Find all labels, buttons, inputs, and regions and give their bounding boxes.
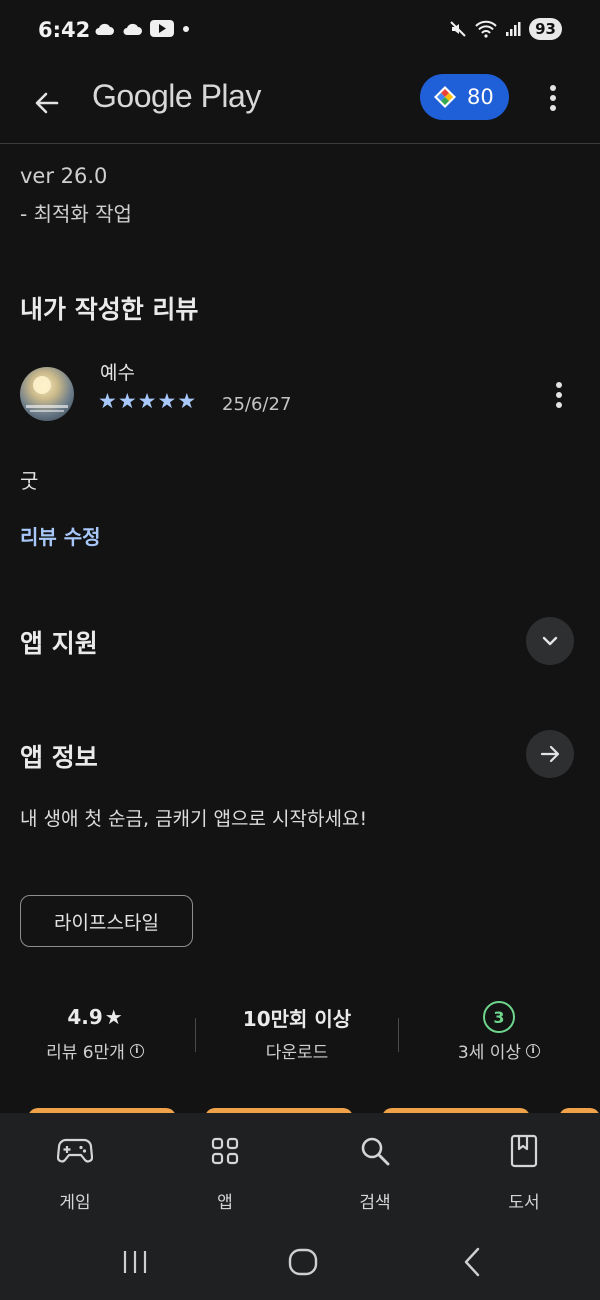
rating-stat[interactable]: 4.9 ★ 리뷰 6만개 i (5, 1000, 185, 1063)
star-icon: ★ (137, 389, 157, 413)
review-date: 25/6/27 (222, 394, 292, 415)
wifi-icon (475, 20, 497, 38)
edit-review-link[interactable]: 리뷰 수정 (20, 521, 101, 550)
app-info-title: 앱 정보 (20, 743, 98, 772)
battery-icon: 93 (529, 18, 562, 40)
nav-games[interactable]: 게임 (25, 1131, 125, 1213)
version-note: - 최적화 작업 (20, 202, 132, 226)
system-status-icons: 93 (449, 18, 562, 40)
nav-apps[interactable]: 앱 (175, 1131, 275, 1213)
apps-grid-icon (211, 1137, 239, 1165)
back-nav-button[interactable] (447, 1242, 497, 1282)
app-description: 내 생애 첫 순금, 금캐기 앱으로 시작하세요! (20, 808, 368, 830)
bottom-navigation: 게임 앱 검색 도서 (0, 1113, 600, 1228)
gamepad-icon (57, 1138, 93, 1163)
app-info-button[interactable] (526, 730, 574, 778)
star-rating: ★ ★ ★ ★ ★ (98, 389, 196, 413)
star-icon: ★ (98, 389, 117, 413)
app-title: Google Play (92, 78, 261, 114)
back-button[interactable] (22, 78, 72, 128)
arrow-left-icon (35, 92, 59, 114)
reviewer-name: 예수 (100, 362, 135, 384)
rating-value: 4.9 (67, 1005, 103, 1029)
cloud-icon (95, 23, 114, 35)
recent-apps-icon (123, 1251, 147, 1273)
youtube-icon (150, 20, 174, 37)
star-icon: ★ (104, 1005, 123, 1029)
more-options-button[interactable] (538, 76, 568, 120)
status-bar: 6:42 93 (0, 0, 600, 62)
divider (195, 1018, 196, 1052)
review-text: 굿 (20, 469, 39, 493)
version-text: ver 26.0 (20, 164, 108, 188)
avatar-image (26, 376, 68, 412)
play-points-button[interactable]: 80 (420, 74, 509, 120)
downloads-label: 다운로드 (265, 1043, 329, 1063)
nav-apps-label: 앱 (217, 1193, 233, 1213)
star-icon: ★ (177, 389, 197, 413)
nav-books-label: 도서 (508, 1193, 540, 1213)
nav-games-label: 게임 (59, 1193, 91, 1213)
downloads-stat: 10만회 이상 다운로드 (207, 1000, 387, 1064)
notification-icons (94, 20, 190, 37)
home-icon (288, 1248, 318, 1276)
search-icon (361, 1137, 390, 1166)
app-stats: 4.9 ★ 리뷰 6만개 i 10만회 이상 다운로드 3 3세 이상 i (0, 1000, 600, 1080)
play-points-icon (434, 86, 456, 108)
chevron-down-icon (542, 636, 558, 646)
age-rating-label: 3세 이상 (457, 1043, 522, 1063)
age-rating-badge: 3 (483, 1001, 515, 1033)
nav-search[interactable]: 검색 (325, 1131, 425, 1213)
star-icon: ★ (157, 389, 177, 413)
more-vertical-icon (550, 85, 556, 111)
more-vertical-icon (556, 382, 562, 408)
review-more-button[interactable] (547, 378, 571, 412)
status-time: 6:42 (38, 18, 91, 42)
nav-search-label: 검색 (359, 1193, 391, 1213)
my-review-title: 내가 작성한 리뷰 (20, 295, 199, 324)
app-support-title: 앱 지원 (20, 629, 98, 658)
divider (398, 1018, 399, 1052)
points-count: 80 (467, 85, 494, 109)
app-bar: Google Play 80 (0, 62, 600, 144)
nav-books[interactable]: 도서 (474, 1131, 574, 1213)
downloads-value: 10만회 이상 (242, 1006, 352, 1031)
book-icon (510, 1134, 538, 1168)
info-icon: i (526, 1043, 541, 1058)
star-icon: ★ (117, 389, 137, 413)
avatar (20, 367, 74, 421)
cloud-icon (123, 23, 142, 35)
system-navigation-bar (0, 1228, 600, 1300)
info-icon: i (129, 1043, 144, 1058)
recent-apps-button[interactable] (110, 1242, 160, 1282)
home-button[interactable] (278, 1242, 328, 1282)
dot-icon (183, 25, 189, 32)
category-chip[interactable]: 라이프스타일 (20, 895, 193, 947)
mute-icon (450, 21, 466, 37)
signal-icon (506, 22, 521, 36)
arrow-right-icon (540, 745, 560, 763)
review-count: 리뷰 6만개 (46, 1043, 125, 1063)
app-support-expand-button[interactable] (526, 617, 574, 665)
age-rating-stat[interactable]: 3 3세 이상 i (409, 1000, 589, 1063)
chevron-left-icon (464, 1247, 480, 1277)
